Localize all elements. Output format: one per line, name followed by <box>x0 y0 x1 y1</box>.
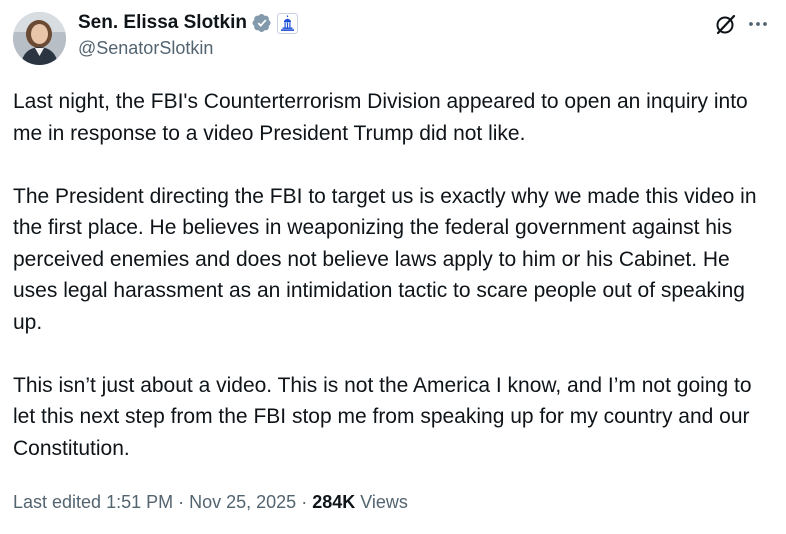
handle[interactable]: @SenatorSlotkin <box>78 38 298 59</box>
tweet-paragraph: This isn’t just about a video. This is n… <box>13 373 752 460</box>
display-name[interactable]: Sen. Elissa Slotkin <box>78 12 247 34</box>
tweet-paragraph: The President directing the FBI to targe… <box>13 184 757 334</box>
top-actions <box>714 12 768 36</box>
meta-separator: · <box>178 492 185 512</box>
last-edited-time[interactable]: Last edited 1:51 PM <box>13 492 173 513</box>
author-block: Sen. Elissa Slotkin @SenatorSlotkin <box>78 10 298 59</box>
tweet-text: Last night, the FBI's Counterterrorism D… <box>13 86 773 464</box>
grok-icon[interactable] <box>714 12 738 36</box>
tweet-meta: Last edited 1:51 PM · Nov 25, 2025 · 284… <box>13 492 408 513</box>
meta-separator: · <box>301 492 308 512</box>
tweet-card[interactable]: Sen. Elissa Slotkin @SenatorSlotkin Last… <box>0 0 786 534</box>
views-count: 284K <box>312 492 356 512</box>
post-date[interactable]: Nov 25, 2025 <box>189 492 296 513</box>
more-options-icon[interactable] <box>748 12 768 36</box>
government-badge-icon[interactable] <box>276 12 298 34</box>
verified-badge-icon[interactable] <box>252 13 272 33</box>
name-row: Sen. Elissa Slotkin <box>78 10 298 36</box>
avatar[interactable] <box>13 12 66 65</box>
tweet-paragraph: Last night, the FBI's Counterterrorism D… <box>13 90 748 145</box>
views-label: Views <box>360 492 408 512</box>
